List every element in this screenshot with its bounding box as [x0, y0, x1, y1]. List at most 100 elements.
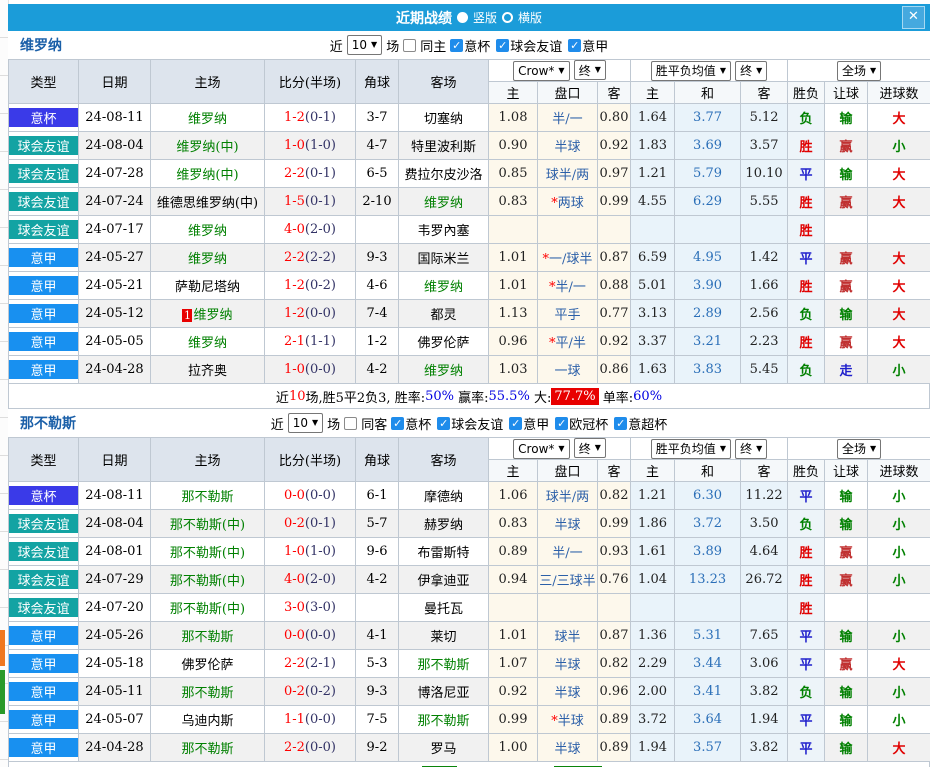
final-odds-select[interactable]: 终 ▼ [573, 438, 606, 459]
recent-count-select[interactable]: 10 ▼ [346, 35, 383, 55]
halftime-score: (0-1) [304, 110, 336, 125]
home-team-name: 维罗纳 [187, 336, 227, 351]
score-cell: 0-0(0-0) [264, 621, 356, 650]
vertical-layout-radio[interactable] [456, 12, 468, 23]
recent-count-select[interactable]: 10 ▼ [287, 413, 324, 433]
handicap-line: *一/球半 [537, 243, 598, 272]
avg-lose-odds: 5.55 [740, 187, 789, 216]
result-goals: 大 [867, 187, 930, 216]
handicap-line [537, 215, 598, 244]
away-team: 布雷斯特 [398, 537, 489, 566]
table-row: 意杯 24-08-11 维罗纳 1-2(0-1) 3-7 切塞纳 1.08 半/一 0.80 1.… [8, 103, 930, 132]
dialog-title: 近期战绩 [395, 10, 452, 27]
match-date: 24-05-27 [78, 243, 151, 272]
halftime-score: (0-0) [304, 712, 336, 727]
table-row: 球会友谊 24-08-04 那不勒斯(中) 0-2(0-1) 5-7 赫罗纳 0.83 半球 0… [8, 509, 930, 538]
avg-draw-odds: 6.29 [674, 187, 742, 216]
avg-draw-odds: 3.41 [674, 677, 742, 706]
wdl-average-select[interactable]: 胜平负均值 ▼ [650, 438, 731, 459]
table-row: 球会友谊 24-07-17 维罗纳 4-0(2-0) 韦罗內塞 胜 [8, 215, 930, 244]
halftime-score: (0-0) [304, 488, 336, 503]
handicap-line-text: 一球 [554, 364, 581, 379]
league-filter-checkbox[interactable]: ✓ 意杯 [391, 414, 431, 433]
handicap-home-odds: 0.99 [488, 705, 538, 734]
handicap-line-text: 两球 [557, 196, 584, 211]
fulltime-score: 0-2 [283, 684, 305, 699]
match-scope-select[interactable]: 全场 ▼ [836, 438, 882, 459]
league-filter-checkbox[interactable]: ✓ 意超杯 [614, 414, 667, 433]
horizontal-layout-radio[interactable] [502, 12, 513, 23]
halftime-score: (0-2) [304, 684, 336, 699]
result-wdl: 胜 [787, 327, 826, 356]
wdl-average-select[interactable]: 胜平负均值 ▼ [650, 60, 731, 81]
result-wdl: 平 [787, 481, 826, 510]
score-cell: 1-0(1-0) [264, 537, 356, 566]
final-odds-select[interactable]: 终 ▼ [573, 60, 606, 81]
score-cell: 1-1(0-0) [264, 705, 356, 734]
match-type-cell: 意甲 [8, 649, 79, 678]
col-header-score: 比分(半场) [264, 437, 356, 482]
chevron-down-icon: ▼ [371, 40, 378, 49]
league-filter-checkbox[interactable]: ✓ 意甲 [568, 36, 608, 55]
odds-company-select[interactable]: Crow* ▼ [513, 438, 570, 459]
away-team-name: 博洛尼亚 [417, 686, 470, 701]
summary-segment: 60% [633, 388, 663, 404]
match-date: 24-08-11 [78, 103, 151, 132]
final-odds-select[interactable]: 终 ▼ [735, 60, 768, 81]
result-wdl: 负 [787, 677, 826, 706]
table-row: 球会友谊 24-08-04 维罗纳(中) 1-0(1-0) 4-7 特里波利斯 0.90 半球… [8, 131, 930, 160]
league-filter-checkbox[interactable]: ✓ 意甲 [509, 414, 549, 433]
results-table: 类型 日期 主场 比分(半场) 角球 客场 Crow* ▼ 终 ▼ 胜平负均值 ▼ 终… [8, 437, 930, 762]
corner-cell: 6-5 [355, 159, 399, 188]
recent-results-dialog: 近期战绩 竖版 横版 ✕ 维罗纳 近 10 ▼ 场 同主 ✓ 意杯 ✓ 球会友谊 ✓ 意甲 [8, 4, 930, 767]
league-filter-checkbox[interactable]: ✓ 意杯 [450, 36, 490, 55]
score-cell: 2-1(1-1) [264, 327, 356, 356]
away-team-name: 韦罗內塞 [417, 224, 470, 239]
away-team: 博洛尼亚 [398, 677, 489, 706]
same-venue-checkbox[interactable] [403, 38, 417, 52]
avg-lose-odds: 3.50 [740, 509, 789, 538]
handicap-away-odds [596, 593, 632, 622]
league-filter-checkbox[interactable]: ✓ 欧冠杯 [555, 414, 608, 433]
match-scope-select[interactable]: 全场 ▼ [836, 60, 882, 81]
match-type-cell: 意杯 [8, 103, 79, 132]
home-team-name: 维罗纳(中) [176, 168, 239, 183]
home-team-name: 维罗纳 [193, 308, 233, 323]
league-filter-checkbox[interactable]: ✓ 球会友谊 [437, 414, 503, 433]
halftime-score: (1-1) [304, 334, 336, 349]
odds-company-select[interactable]: Crow* ▼ [513, 60, 570, 81]
match-type-cell: 球会友谊 [8, 187, 79, 216]
away-team: 摩德纳 [398, 481, 489, 510]
away-team: 维罗纳 [398, 355, 489, 384]
away-team: 那不勒斯 [398, 705, 489, 734]
fulltime-score: 2-2 [283, 250, 305, 265]
match-type-cell: 球会友谊 [8, 537, 79, 566]
match-date: 24-05-05 [78, 327, 151, 356]
corner-cell: 6-1 [355, 481, 399, 510]
away-team-name: 那不勒斯 [417, 658, 470, 673]
league-filter-checkbox[interactable]: ✓ 球会友谊 [496, 36, 562, 55]
games-label: 场 [327, 417, 341, 433]
result-handicap: 输 [824, 677, 869, 706]
avg-win-odds [630, 593, 676, 622]
corner-cell: 4-1 [355, 621, 399, 650]
avg-win-odds: 1.61 [630, 537, 676, 566]
avg-lose-odds: 1.94 [740, 705, 789, 734]
fulltime-score: 1-0 [283, 362, 305, 377]
away-team-name: 维罗纳 [423, 196, 463, 211]
away-team-name: 莱切 [430, 630, 457, 645]
result-handicap: 输 [824, 159, 869, 188]
same-venue-checkbox[interactable] [344, 416, 358, 430]
fulltime-score: 2-2 [283, 166, 305, 181]
checkbox-checked-icon: ✓ [614, 416, 628, 430]
summary-segment: 单率: [598, 390, 634, 406]
result-wdl: 负 [787, 103, 826, 132]
checkbox-checked-icon: ✓ [568, 38, 582, 52]
result-handicap: 赢 [824, 243, 869, 272]
results-table: 类型 日期 主场 比分(半场) 角球 客场 Crow* ▼ 终 ▼ 胜平负均值 ▼ 终… [8, 59, 930, 384]
close-icon[interactable]: ✕ [902, 6, 925, 29]
home-team: 那不勒斯(中) [150, 565, 265, 594]
col-header-avg-win: 主 [630, 81, 676, 104]
handicap-line: *半/一 [537, 271, 598, 300]
final-odds-select[interactable]: 终 ▼ [735, 438, 768, 459]
